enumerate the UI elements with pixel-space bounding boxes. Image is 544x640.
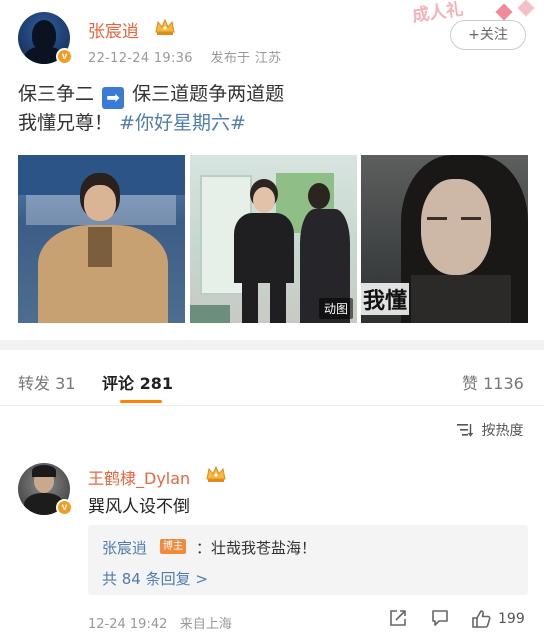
share-icon[interactable]	[388, 608, 408, 628]
sort-toggle[interactable]: 按热度	[457, 420, 523, 440]
decor-sticker: 成人礼	[398, 0, 544, 26]
sort-icon	[457, 424, 473, 437]
post-location: 发布于 江苏	[210, 51, 282, 66]
post-image-1[interactable]	[18, 155, 185, 323]
like-count: 199	[498, 611, 525, 627]
interaction-tabs: 转发 31 评论 281 赞 1136	[0, 360, 544, 404]
verified-icon: v	[56, 499, 73, 516]
tab-repost-label: 转发	[18, 374, 51, 393]
post-meta: 22-12-24 19:36 发布于 江苏	[88, 47, 281, 66]
tab-comments[interactable]: 评论 281	[102, 370, 173, 394]
hashtag-link[interactable]: #你好星期六#	[119, 112, 246, 134]
comment-icon[interactable]	[430, 608, 450, 628]
crown-icon	[206, 465, 226, 482]
follow-button[interactable]: +关注	[450, 20, 526, 50]
tab-likes-count: 1136	[483, 374, 524, 393]
verified-icon: v	[56, 48, 73, 65]
sort-label: 按热度	[481, 423, 524, 439]
tab-comments-count: 281	[139, 374, 173, 393]
tab-likes-label: 赞	[462, 374, 479, 393]
weibo-post: v 张宸逍 22-12-24 19:36 发布于 江苏 成人礼 +关注 保三争二…	[0, 0, 544, 340]
tabs-divider	[0, 405, 544, 406]
reply-text: ：壮哉我苍盐海！	[196, 539, 317, 557]
post-text-part2: 保三道题争两道题	[132, 83, 285, 105]
post-text-line2: 我懂兄尊！	[18, 112, 114, 134]
image-caption: 我懂	[361, 283, 410, 315]
arrow-right-icon: ➡	[102, 87, 125, 109]
thumbs-up-icon[interactable]	[470, 608, 492, 630]
tab-repost-count: 31	[55, 374, 76, 393]
comment-actions: 199	[388, 608, 538, 632]
gif-badge: 动图	[318, 298, 353, 319]
tab-repost[interactable]: 转发 31	[18, 370, 75, 394]
post-text: 保三争二 ➡ 保三道题争两道题 我懂兄尊！ #你好星期六#	[18, 80, 528, 138]
more-replies-link[interactable]: 共 84 条回复 >	[102, 568, 208, 589]
comment-time: 12-24 19:42	[88, 617, 168, 632]
post-text-part1: 保三争二	[18, 83, 95, 105]
crown-icon	[155, 18, 175, 35]
comment-text: 巽风人设不倒	[88, 497, 190, 517]
reply-author[interactable]: 张宸逍	[102, 537, 147, 558]
post-time: 22-12-24 19:36	[88, 51, 193, 66]
commenter-name[interactable]: 王鹤棣_Dylan	[88, 465, 190, 489]
comment-item: v 王鹤棣_Dylan 巽风人设不倒 张宸逍 博主 ：壮哉我苍盐海！ 共 84 …	[0, 455, 544, 640]
tab-comments-label: 评论	[102, 374, 135, 393]
author-name[interactable]: 张宸逍	[88, 17, 139, 42]
reply-preview[interactable]: 张宸逍 博主 ：壮哉我苍盐海！ 共 84 条回复 >	[88, 525, 528, 595]
tab-likes[interactable]: 赞 1136	[462, 370, 524, 394]
image-grid: 动图 我懂	[18, 155, 528, 323]
post-image-2[interactable]: 动图	[190, 155, 357, 323]
section-divider	[0, 340, 544, 350]
comment-meta: 12-24 19:42 来自上海	[88, 613, 232, 632]
post-image-3[interactable]: 我懂	[361, 155, 528, 323]
active-tab-indicator	[120, 400, 162, 403]
author-badge: 博主	[160, 539, 186, 554]
comment-location: 来自上海	[179, 617, 232, 632]
